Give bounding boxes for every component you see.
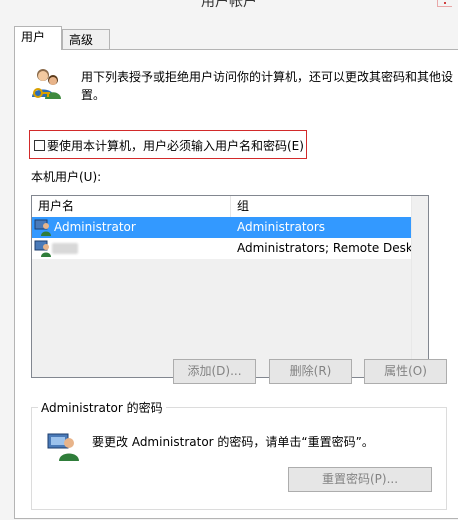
tab-users[interactable]: 用户	[14, 26, 62, 50]
users-list-header: 用户名 组	[32, 196, 412, 218]
close-icon[interactable]	[437, 0, 452, 7]
user-name-cell: Administrator	[54, 220, 136, 234]
require-login-highlight: 要使用本计算机，用户必须输入用户名和密码(E)	[29, 130, 307, 159]
user-icon	[34, 240, 52, 257]
table-row[interactable]: Administrator Administrators	[32, 217, 412, 238]
users-list[interactable]: 用户名 组 Administrator Administrators Admin…	[31, 195, 429, 378]
intro-description: 用下列表授予或拒绝用户访问你的计算机，还可以更改其密码和其他设置。	[81, 70, 454, 102]
user-icon	[34, 219, 52, 236]
redacted-user-name	[52, 243, 78, 254]
properties-button[interactable]: 属性(O)	[364, 359, 447, 384]
user-accounts-window: 用户帐户 用户 高级 用下列表授予或拒绝用户访问你的计算机，还可以更改其密码和其…	[0, 0, 458, 520]
column-group[interactable]: 组	[231, 196, 412, 217]
user-group-cell: Administrators	[237, 220, 326, 234]
local-users-label: 本机用户(U):	[31, 170, 102, 184]
password-instruction: 要更改 Administrator 的密码，请单击“重置密码”。	[92, 435, 374, 449]
users-key-icon	[30, 67, 64, 101]
users-tab-panel: 用下列表授予或拒绝用户访问你的计算机，还可以更改其密码和其他设置。 要使用本计算…	[14, 49, 458, 519]
add-user-button[interactable]: 添加(D)...	[173, 359, 256, 384]
dialog-body: 用户 高级 用下列表授予或拒绝用户访问你的计算机，还可以更改其密码和其他设置。	[0, 14, 458, 520]
user-group-cell: Administrators; Remote Deskt...	[237, 241, 429, 255]
title-bar: 用户帐户	[0, 0, 458, 14]
password-groupbox: Administrator 的密码 要更改 Administrator 的密码，…	[31, 399, 447, 510]
require-login-label[interactable]: 要使用本计算机，用户必须输入用户名和密码(E)	[47, 137, 304, 154]
users-list-rows: Administrator Administrators Administrat…	[32, 217, 428, 259]
column-username[interactable]: 用户名	[32, 196, 231, 217]
user-password-icon	[47, 428, 81, 462]
remove-user-button[interactable]: 删除(R)	[269, 359, 352, 384]
password-group-title: Administrator 的密码	[38, 399, 166, 416]
window-title: 用户帐户	[201, 0, 257, 10]
require-login-checkbox[interactable]	[34, 140, 45, 151]
users-list-scrollbar[interactable]	[411, 196, 428, 377]
tab-advanced[interactable]: 高级	[62, 29, 110, 49]
reset-password-button[interactable]: 重置密码(P)...	[288, 467, 432, 492]
table-row[interactable]: Administrators; Remote Deskt...	[32, 238, 428, 259]
